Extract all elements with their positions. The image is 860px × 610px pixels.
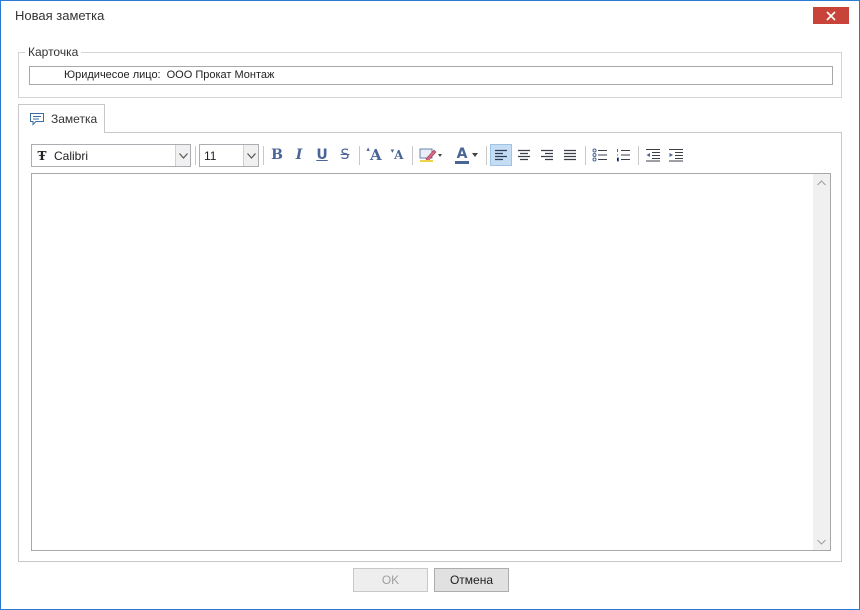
note-editor-content[interactable] (36, 178, 809, 546)
font-family-select[interactable]: Ŧ Calibri (31, 144, 191, 167)
scroll-up-button[interactable] (813, 174, 830, 191)
note-tab-panel: Ŧ Calibri 11 B I U S ▴ A ▾ A A (18, 132, 842, 562)
ok-button[interactable]: OK (353, 568, 428, 592)
note-editor[interactable] (31, 173, 831, 551)
toolbar-separator (585, 146, 586, 165)
entity-label: Юридичесое лицо: (64, 69, 161, 81)
numbered-list-icon (617, 149, 630, 162)
font-size-dropdown[interactable] (243, 145, 258, 166)
chevron-up-icon (817, 179, 826, 185)
align-center-button[interactable] (513, 144, 535, 166)
comment-icon (30, 113, 44, 126)
card-entity-field: Юридичесое лицо: ООО Прокат Монтаж (29, 66, 833, 85)
increase-indent-button[interactable] (665, 144, 687, 166)
highlighter-icon (419, 148, 442, 162)
tab-note[interactable]: Заметка (18, 104, 105, 133)
toolbar-separator (486, 146, 487, 165)
tab-note-label: Заметка (51, 112, 98, 126)
grow-font-button[interactable]: ▴ A (363, 144, 385, 166)
highlight-button[interactable] (417, 144, 447, 166)
italic-button[interactable]: I (288, 144, 310, 166)
decrease-indent-icon (646, 149, 660, 162)
card-groupbox: Карточка Юридичесое лицо: ООО Прокат Монт… (18, 45, 842, 98)
window-title: Новая заметка (15, 8, 105, 23)
chevron-down-icon (817, 539, 826, 545)
title-bar: Новая заметка (1, 1, 859, 31)
font-family-value: Calibri (54, 148, 89, 163)
bulleted-list-button[interactable] (589, 144, 611, 166)
shrink-font-button[interactable]: ▾ A (386, 144, 408, 166)
font-family-icon: Ŧ (37, 148, 47, 163)
editor-scrollbar[interactable] (813, 174, 830, 550)
toolbar-separator (412, 146, 413, 165)
bulleted-list-icon (592, 148, 607, 162)
toolbar-separator (263, 146, 264, 165)
numbered-list-button[interactable] (612, 144, 634, 166)
align-center-icon (518, 149, 530, 161)
toolbar-separator (359, 146, 360, 165)
chevron-down-icon (246, 152, 256, 159)
align-left-icon (495, 149, 507, 161)
close-button[interactable] (813, 7, 849, 24)
toolbar-separator (638, 146, 639, 165)
align-left-button[interactable] (490, 144, 512, 166)
strikethrough-button[interactable]: S (334, 144, 356, 166)
justify-button[interactable] (559, 144, 581, 166)
strikethrough-icon: S (340, 147, 350, 163)
underline-icon: U (316, 147, 328, 163)
formatting-toolbar: Ŧ Calibri 11 B I U S ▴ A ▾ A A (31, 144, 831, 167)
cancel-button[interactable]: Отмена (434, 568, 509, 592)
entity-value: ООО Прокат Монтаж (166, 69, 275, 81)
align-right-icon (541, 149, 553, 161)
toolbar-separator (195, 146, 196, 165)
chevron-down-icon (178, 152, 188, 159)
underline-button[interactable]: U (311, 144, 333, 166)
italic-icon: I (295, 147, 303, 163)
close-icon (826, 10, 836, 21)
justify-icon (564, 149, 576, 161)
grow-font-icon: ▴ A (366, 146, 382, 164)
decrease-indent-button[interactable] (642, 144, 664, 166)
font-size-value: 11 (204, 148, 217, 163)
font-family-dropdown[interactable] (175, 145, 190, 166)
note-dialog-window: Новая заметка Карточка Юридичесое лицо: О… (0, 0, 860, 610)
scroll-down-button[interactable] (813, 533, 830, 550)
bold-button[interactable]: B (266, 144, 288, 166)
align-right-button[interactable] (536, 144, 558, 166)
card-legend: Карточка (25, 45, 82, 59)
shrink-font-icon: ▾ A (390, 148, 404, 162)
bold-icon: B (271, 147, 283, 163)
font-color-icon: A (455, 147, 479, 164)
increase-indent-icon (669, 149, 683, 162)
font-color-button[interactable]: A (452, 144, 482, 166)
font-size-select[interactable]: 11 (199, 144, 259, 167)
